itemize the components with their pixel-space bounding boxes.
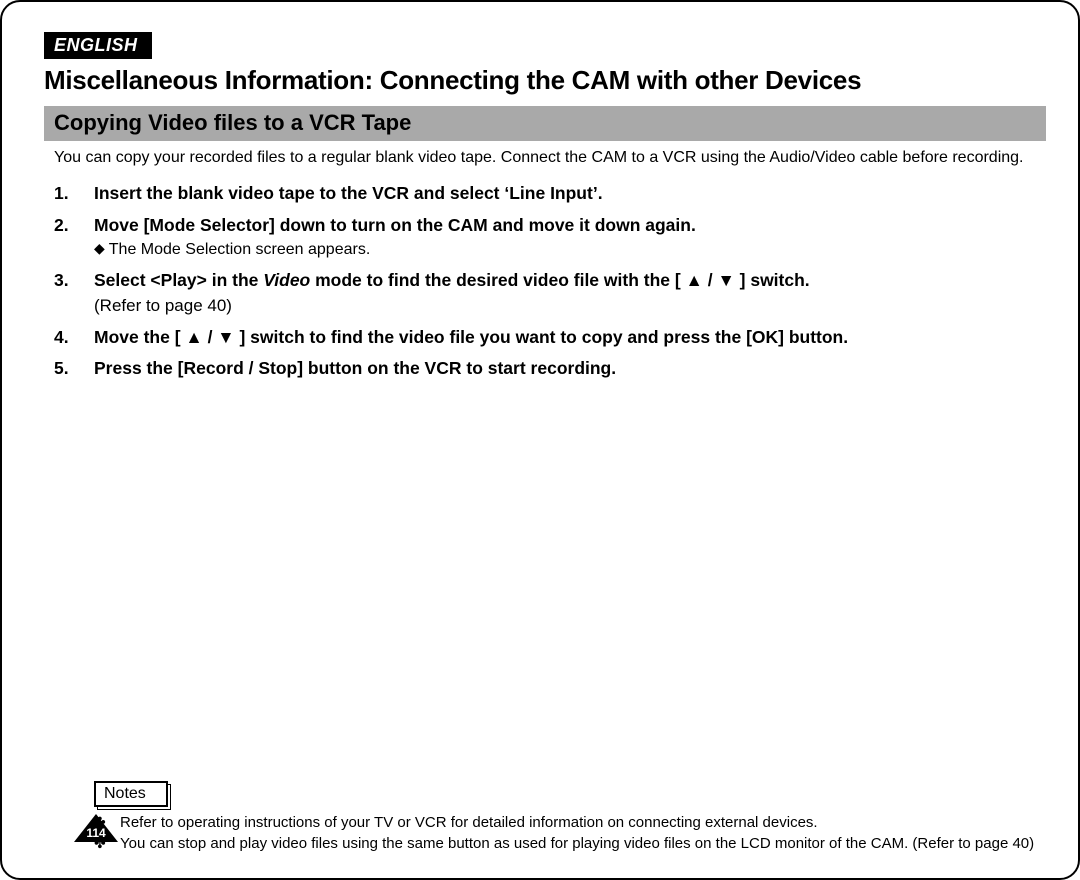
note-item: Refer to operating instructions of your … <box>94 813 1036 833</box>
notes-area: Notes Refer to operating instructions of… <box>44 781 1046 854</box>
language-badge: ENGLISH <box>44 32 152 59</box>
step-text: Move [Mode Selector] down to turn on the… <box>94 215 696 235</box>
step-text-fragment: mode to find the desired video file with… <box>310 270 809 290</box>
step-reference: (Refer to page 40) <box>94 295 1046 318</box>
step-item: Select <Play> in the Video mode to find … <box>54 269 1046 318</box>
diamond-icon: ◆ <box>94 239 105 258</box>
step-subtext: ◆The Mode Selection screen appears. <box>94 239 1046 261</box>
manual-page: ENGLISH Miscellaneous Information: Conne… <box>0 0 1080 880</box>
step-text: Press the [Record / Stop] button on the … <box>94 358 616 378</box>
page-number: 114 <box>74 826 118 840</box>
step-text-fragment: Select <Play> in the <box>94 270 263 290</box>
step-item: Insert the blank video tape to the VCR a… <box>54 182 1046 206</box>
step-text: Insert the blank video tape to the VCR a… <box>94 183 603 203</box>
section-subtitle: Copying Video files to a VCR Tape <box>44 106 1046 141</box>
step-text: Move the [ ▲ / ▼ ] switch to find the vi… <box>94 327 848 347</box>
note-item: You can stop and play video files using … <box>94 834 1036 854</box>
notes-label: Notes <box>94 781 168 807</box>
step-item: Move [Mode Selector] down to turn on the… <box>54 214 1046 261</box>
step-sub-label: The Mode Selection screen appears. <box>109 241 370 258</box>
notes-list: Refer to operating instructions of your … <box>94 813 1036 853</box>
page-title: Miscellaneous Information: Connecting th… <box>44 65 1046 96</box>
step-text: Select <Play> in the Video mode to find … <box>94 270 810 290</box>
step-text-italic: Video <box>263 270 310 290</box>
steps-list: Insert the blank video tape to the VCR a… <box>54 182 1046 381</box>
step-item: Move the [ ▲ / ▼ ] switch to find the vi… <box>54 326 1046 350</box>
intro-text: You can copy your recorded files to a re… <box>54 147 1036 169</box>
step-item: Press the [Record / Stop] button on the … <box>54 357 1046 381</box>
